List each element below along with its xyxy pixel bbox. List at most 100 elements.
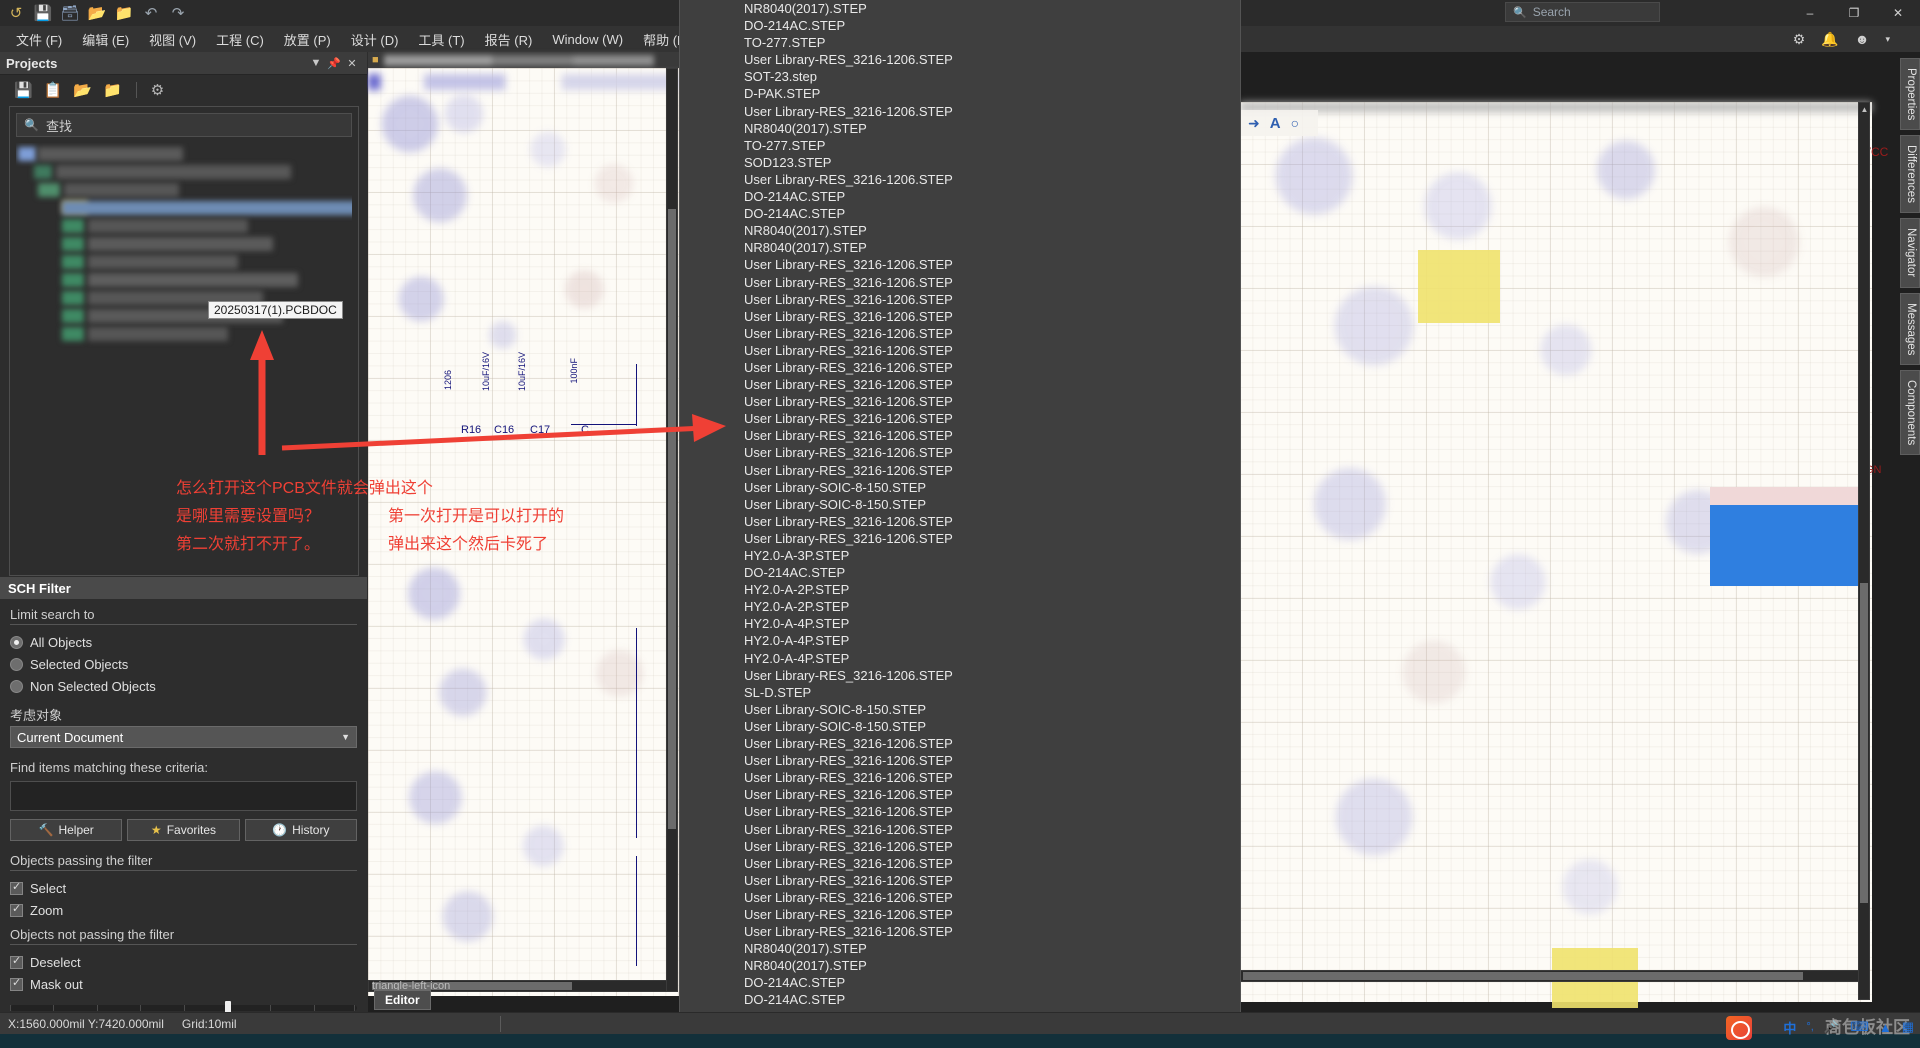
lasso-icon[interactable]: ○ xyxy=(1291,115,1299,131)
apps-icon[interactable]: ▦ xyxy=(1902,1019,1914,1035)
menu-view[interactable]: 视图 (V) xyxy=(139,27,206,52)
chevron-down-icon[interactable]: ▼ xyxy=(307,57,325,69)
save-icon[interactable]: 💾 xyxy=(33,3,53,23)
file-list-item[interactable]: HY2.0-A-2P.STEP xyxy=(744,598,1240,615)
file-list-item[interactable]: User Library-RES_3216-1206.STEP xyxy=(744,667,1240,684)
file-list-item[interactable]: NR8040(2017).STEP xyxy=(744,239,1240,256)
file-list-item[interactable]: NR8040(2017).STEP xyxy=(744,940,1240,957)
file-list-item[interactable]: NR8040(2017).STEP xyxy=(744,120,1240,137)
file-list-item[interactable]: User Library-RES_3216-1206.STEP xyxy=(744,752,1240,769)
tab-navigator[interactable]: Navigator xyxy=(1900,218,1920,288)
file-list-item[interactable]: SL-D.STEP xyxy=(744,684,1240,701)
menu-tools[interactable]: 工具 (T) xyxy=(408,27,474,52)
text-tool-icon[interactable]: A xyxy=(1270,115,1281,132)
menu-place[interactable]: 放置 (P) xyxy=(274,27,341,52)
file-list-item[interactable]: DO-214AC.STEP xyxy=(744,991,1240,1008)
file-list-item[interactable]: User Library-RES_3216-1206.STEP xyxy=(744,872,1240,889)
maximize-button[interactable]: ❐ xyxy=(1832,0,1876,26)
file-list-item[interactable]: TO-277.STEP xyxy=(744,137,1240,154)
file-list-item[interactable]: DO-214AC.STEP xyxy=(744,974,1240,991)
file-list-item[interactable]: HY2.0-A-4P.STEP xyxy=(744,650,1240,667)
tab-differences[interactable]: Differences xyxy=(1900,135,1920,214)
file-list-item[interactable]: User Library-RES_3216-1206.STEP xyxy=(744,359,1240,376)
file-list-item[interactable]: User Library-RES_3216-1206.STEP xyxy=(744,256,1240,273)
radio-all-objects[interactable]: All Objects xyxy=(10,631,357,653)
file-list-item[interactable]: User Library-RES_3216-1206.STEP xyxy=(744,393,1240,410)
file-list-item[interactable]: TO-277.STEP xyxy=(744,34,1240,51)
file-list-item[interactable]: User Library-RES_3216-1206.STEP xyxy=(744,923,1240,940)
file-list-item[interactable]: HY2.0-A-4P.STEP xyxy=(744,615,1240,632)
open-project-icon[interactable]: 📁 xyxy=(114,3,134,23)
file-list-item[interactable]: User Library-RES_3216-1206.STEP xyxy=(744,855,1240,872)
file-list-item[interactable]: User Library-SOIC-8-150.STEP xyxy=(744,718,1240,735)
search-input[interactable]: 🔍 查找 xyxy=(16,113,352,137)
menu-window[interactable]: Window (W) xyxy=(542,29,633,50)
bell-icon[interactable]: 🔔 xyxy=(1821,31,1838,48)
favorites-button[interactable]: ★ Favorites xyxy=(127,819,240,841)
consider-objects-select[interactable]: Current Document ▼ xyxy=(10,726,357,748)
redo-icon[interactable]: ↷ xyxy=(168,3,188,23)
file-list-item[interactable]: User Library-RES_3216-1206.STEP xyxy=(744,906,1240,923)
file-list-item[interactable]: User Library-RES_3216-1206.STEP xyxy=(744,889,1240,906)
checkbox-zoom[interactable]: Zoom xyxy=(10,899,357,921)
file-list-item[interactable]: User Library-RES_3216-1206.STEP xyxy=(744,513,1240,530)
file-list-item[interactable]: User Library-RES_3216-1206.STEP xyxy=(744,786,1240,803)
file-list-item[interactable]: DO-214AC.STEP xyxy=(744,205,1240,222)
file-list-item[interactable]: User Library-RES_3216-1206.STEP xyxy=(744,735,1240,752)
tab-messages[interactable]: Messages xyxy=(1900,292,1920,366)
file-list-item[interactable]: HY2.0-A-3P.STEP xyxy=(744,547,1240,564)
undo-history-icon[interactable]: ↺ xyxy=(6,3,26,23)
file-list-item[interactable]: D-PAK.STEP xyxy=(744,85,1240,102)
close-button[interactable]: ✕ xyxy=(1876,0,1920,26)
right-sheet-hscrollbar[interactable] xyxy=(1240,970,1870,982)
microphone-icon[interactable]: 🎤 xyxy=(1824,1019,1840,1035)
minimize-button[interactable]: – xyxy=(1788,0,1832,26)
history-button[interactable]: 🕐 History xyxy=(244,819,357,841)
global-search-box[interactable]: 🔍 Search xyxy=(1505,2,1660,22)
folder-settings-icon[interactable]: 📁 xyxy=(103,83,122,98)
menu-file[interactable]: 文件 (F) xyxy=(6,27,72,52)
undo-icon[interactable]: ↶ xyxy=(141,3,161,23)
tab-components[interactable]: Components xyxy=(1900,370,1920,456)
open-folder-search-icon[interactable]: 📂 xyxy=(73,83,92,98)
file-list-item[interactable]: User Library-SOIC-8-150.STEP xyxy=(744,496,1240,513)
chevron-down-icon[interactable]: ▾ xyxy=(1885,34,1890,45)
file-list-item[interactable]: User Library-RES_3216-1206.STEP xyxy=(744,376,1240,393)
copy-icon[interactable]: 📋 xyxy=(44,83,63,98)
shirt-icon[interactable]: ▲ xyxy=(1879,1020,1892,1035)
file-list-item[interactable]: SOT-23.step xyxy=(744,68,1240,85)
radio-selected-objects[interactable]: Selected Objects xyxy=(10,653,357,675)
menu-edit[interactable]: 编辑 (E) xyxy=(72,27,139,52)
keyboard-icon[interactable]: ⌨ xyxy=(1850,1019,1869,1035)
file-list-item[interactable]: User Library-RES_3216-1206.STEP xyxy=(744,103,1240,120)
file-list-item[interactable]: User Library-RES_3216-1206.STEP xyxy=(744,274,1240,291)
file-list-item[interactable]: NR8040(2017).STEP xyxy=(744,957,1240,974)
scroll-up-arrow[interactable]: ▲ xyxy=(1860,105,1869,114)
file-list-item[interactable]: DO-214AC.STEP xyxy=(744,188,1240,205)
save-icon[interactable]: 💾 xyxy=(14,83,33,98)
left-sheet-vscrollbar[interactable] xyxy=(666,68,678,992)
criteria-input[interactable] xyxy=(10,781,357,811)
file-list-item[interactable]: HY2.0-A-2P.STEP xyxy=(744,581,1240,598)
checkbox-deselect[interactable]: Deselect xyxy=(10,951,357,973)
step-file-list-dialog[interactable]: NR8040(2017).STEP DO-214AC.STEP TO-277.STE… xyxy=(680,0,1240,1036)
file-list-item[interactable]: User Library-RES_3216-1206.STEP xyxy=(744,530,1240,547)
file-list-item[interactable]: User Library-SOIC-8-150.STEP xyxy=(744,701,1240,718)
helper-button[interactable]: 🔨 Helper xyxy=(10,819,123,841)
file-list-item[interactable]: User Library-RES_3216-1206.STEP xyxy=(744,462,1240,479)
ime-logo-icon[interactable] xyxy=(1726,1016,1752,1040)
menu-design[interactable]: 设计 (D) xyxy=(341,27,409,52)
tab-properties[interactable]: Properties xyxy=(1900,58,1920,131)
file-list-item[interactable]: User Library-RES_3216-1206.STEP xyxy=(744,51,1240,68)
menu-reports[interactable]: 报告 (R) xyxy=(475,27,543,52)
file-list-item[interactable]: User Library-RES_3216-1206.STEP xyxy=(744,325,1240,342)
ime-punct-icon[interactable]: °, xyxy=(1806,1021,1813,1033)
file-list-item[interactable]: User Library-SOIC-8-150.STEP xyxy=(744,479,1240,496)
file-list-item[interactable]: SOD123.STEP xyxy=(744,154,1240,171)
pointer-icon[interactable]: ➜ xyxy=(1248,115,1260,132)
mask-level-slider[interactable] xyxy=(10,1001,357,1015)
file-list-item[interactable]: User Library-RES_3216-1206.STEP xyxy=(744,444,1240,461)
schematic-sheet-right[interactable] xyxy=(1240,102,1872,1008)
document-tab-bar[interactable]: ■ xyxy=(368,52,683,68)
ime-cn-icon[interactable]: 中 xyxy=(1783,1018,1796,1037)
